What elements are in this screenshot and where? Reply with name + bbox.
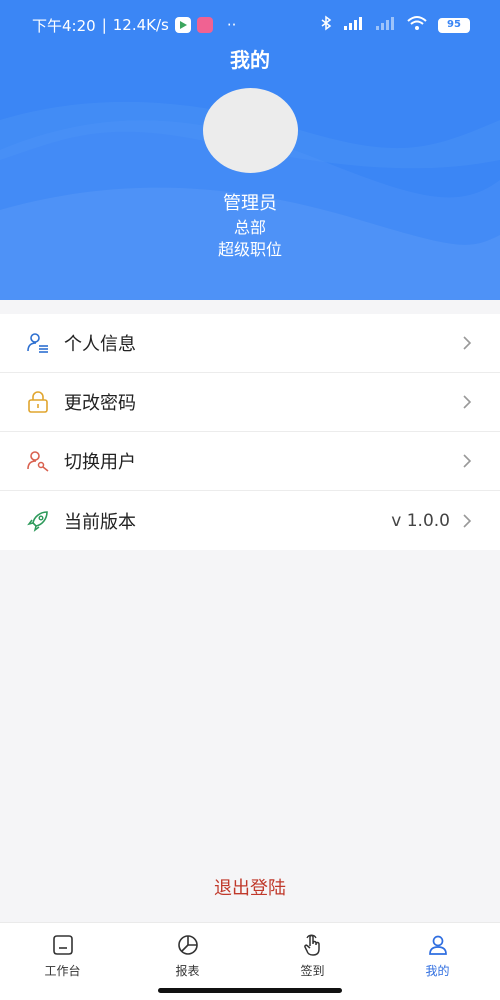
settings-menu: 个人信息 更改密码 切换用户 当前版本 v 1.0.0	[0, 314, 500, 550]
tap-hand-icon	[301, 933, 325, 957]
logout-button[interactable]: 退出登陆	[0, 874, 500, 900]
rocket-icon	[26, 509, 50, 533]
menu-item-current-version[interactable]: 当前版本 v 1.0.0	[0, 491, 500, 550]
status-time: 下午4:20	[32, 16, 96, 35]
page-title: 我的	[230, 48, 270, 72]
tab-label: 工作台	[44, 964, 81, 978]
profile-header: 下午4:20 | 12.4K/s ·· 95 我的 管理员 总部 超级职位	[0, 0, 500, 300]
user-info-icon	[26, 331, 50, 355]
status-bar: 下午4:20 | 12.4K/s ·· 95	[0, 10, 500, 40]
chevron-right-icon	[460, 336, 474, 350]
status-separator: |	[101, 16, 107, 34]
menu-item-change-password[interactable]: 更改密码	[0, 373, 500, 432]
profile-name: 管理员	[223, 193, 277, 214]
wifi-icon	[406, 15, 428, 35]
avatar[interactable]	[203, 88, 298, 173]
version-value: v 1.0.0	[391, 510, 450, 531]
menu-label: 更改密码	[64, 393, 136, 414]
menu-item-personal-info[interactable]: 个人信息	[0, 314, 500, 373]
chevron-right-icon	[460, 395, 474, 409]
user-key-icon	[26, 449, 50, 473]
bluetooth-icon	[320, 15, 332, 35]
workbench-icon	[51, 933, 75, 957]
menu-label: 当前版本	[64, 511, 136, 533]
profile-department: 总部	[233, 218, 266, 237]
signal-hd-icon	[342, 15, 364, 35]
lock-icon	[26, 390, 50, 414]
home-indicator[interactable]	[158, 988, 342, 993]
play-store-icon	[174, 17, 191, 33]
user-icon	[426, 933, 450, 957]
signal-2-icon	[374, 15, 396, 35]
tab-label: 我的	[425, 964, 450, 978]
tab-label: 报表	[175, 964, 200, 978]
more-notifications-icon: ··	[226, 16, 237, 34]
menu-label: 个人信息	[64, 334, 136, 355]
network-speed: 12.4K/s	[112, 16, 169, 34]
tab-workbench[interactable]: 工作台	[0, 923, 125, 1000]
battery-indicator: 95	[438, 17, 470, 33]
chevron-right-icon	[460, 454, 474, 468]
menu-item-switch-user[interactable]: 切换用户	[0, 432, 500, 491]
menu-label: 切换用户	[64, 452, 136, 473]
tab-mine[interactable]: 我的	[375, 923, 500, 1000]
chevron-right-icon	[460, 513, 474, 528]
pie-chart-icon	[176, 933, 200, 957]
tab-label: 签到	[300, 964, 325, 978]
app-notification-icon	[196, 17, 213, 33]
profile-role: 超级职位	[217, 240, 282, 259]
